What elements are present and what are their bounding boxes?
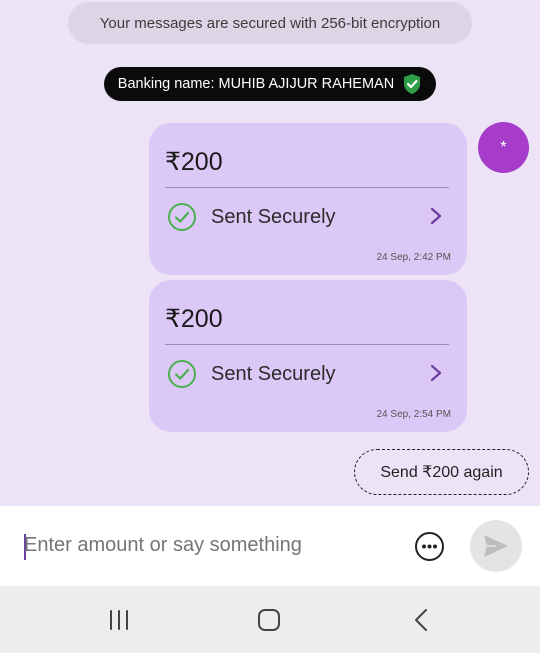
send-icon: [482, 533, 510, 559]
home-icon[interactable]: [257, 608, 281, 632]
payment-amount: ₹200: [165, 305, 223, 333]
payment-status: Sent Securely: [167, 202, 336, 232]
encryption-notice: Your messages are secured with 256-bit e…: [68, 2, 472, 44]
chevron-right-icon[interactable]: [429, 364, 443, 382]
system-navigation-bar: [0, 586, 540, 653]
check-circle-icon: [167, 359, 197, 389]
chevron-right-icon[interactable]: [429, 207, 443, 225]
avatar[interactable]: *: [478, 122, 529, 173]
send-again-button[interactable]: Send ₹200 again: [354, 449, 529, 495]
payment-timestamp: 24 Sep, 2:42 PM: [376, 252, 452, 263]
payment-bubble[interactable]: ₹200 Sent Securely 24 Sep, 2:54 PM: [149, 280, 467, 432]
more-options-icon[interactable]: [414, 531, 445, 562]
banking-name-badge: Banking name: MUHIB AJIJUR RAHEMAN: [104, 67, 436, 101]
bubble-divider: [165, 344, 449, 345]
verified-shield-icon: [402, 73, 422, 95]
message-composer: [0, 506, 540, 586]
banking-name-text: Banking name: MUHIB AJIJUR RAHEMAN: [117, 76, 395, 92]
back-icon[interactable]: [410, 608, 434, 632]
payment-status: Sent Securely: [167, 359, 336, 389]
check-circle-icon: [167, 202, 197, 232]
payment-status-text: Sent Securely: [211, 205, 336, 228]
payment-status-text: Sent Securely: [211, 362, 336, 385]
send-button[interactable]: [470, 520, 522, 572]
payment-bubble[interactable]: ₹200 Sent Securely 24 Sep, 2:42 PM: [149, 123, 467, 275]
chat-thread: Your messages are secured with 256-bit e…: [0, 0, 540, 506]
amount-input[interactable]: [24, 534, 394, 557]
payment-amount: ₹200: [165, 148, 223, 176]
bubble-divider: [165, 187, 449, 188]
payment-timestamp: 24 Sep, 2:54 PM: [376, 409, 452, 420]
recent-apps-icon[interactable]: [107, 608, 131, 632]
